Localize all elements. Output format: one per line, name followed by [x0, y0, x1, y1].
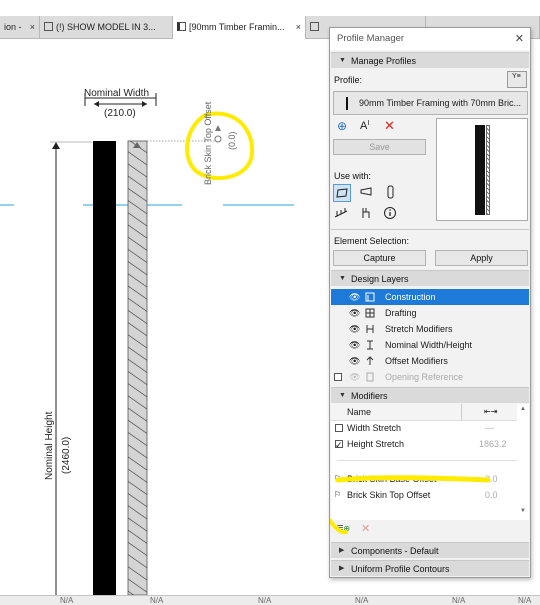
modifier-checkbox[interactable] — [335, 437, 343, 453]
eye-icon[interactable]: 👁 — [349, 321, 360, 337]
chevron-down-icon: ▼ — [339, 392, 346, 399]
chevron-down-icon: ▼ — [339, 57, 346, 64]
chevron-right-icon: ▶ — [339, 565, 345, 572]
section-label: Uniform Profile Contours — [351, 564, 450, 574]
offset-arrow-icon — [215, 125, 221, 131]
apply-button[interactable]: Apply — [435, 250, 528, 266]
layer-offset-modifiers[interactable]: 👁 Offset Modifiers — [331, 353, 529, 369]
brick-top-offset-label: Brick Skin Top Offset — [203, 101, 213, 185]
stretch-column-icon: ⇤⇥ — [484, 407, 498, 416]
tab-profile[interactable]: [90mm Timber Framin... × — [173, 16, 306, 39]
column-icon[interactable] — [382, 184, 400, 202]
wall-icon[interactable] — [333, 184, 351, 202]
tab-show-model[interactable]: (!) SHOW MODEL IN 3... — [40, 16, 173, 38]
eye-icon[interactable]: 👁 — [349, 289, 360, 305]
section-label: Modifiers — [351, 391, 388, 401]
profile-preview-icon — [346, 97, 348, 110]
chevron-down-icon: ▼ — [339, 275, 346, 282]
info-icon[interactable] — [382, 205, 400, 223]
column-header-name: Name — [347, 407, 372, 417]
profile-preview — [436, 118, 528, 221]
layer-stretch-modifiers[interactable]: 👁 Stretch Modifiers — [331, 321, 529, 337]
section-label: Components - Default — [351, 546, 439, 556]
palette-title: Profile Manager — [337, 33, 405, 44]
close-icon[interactable]: × — [30, 16, 35, 38]
use-with-label: Use with: — [334, 171, 372, 181]
palette-title-bar[interactable]: Profile Manager ✕ — [330, 28, 530, 50]
tab-label: ion - — [4, 22, 22, 32]
layer-nominal-width-height[interactable]: 👁 Nominal Width/Height — [331, 337, 529, 353]
modifier-row-width-stretch[interactable]: Width Stretch --- — [331, 420, 517, 436]
modifier-checkbox[interactable] — [335, 424, 343, 432]
drafting-layer-icon — [365, 308, 375, 318]
beam-icon[interactable] — [358, 184, 376, 202]
opening-reference-icon — [366, 372, 374, 382]
save-button[interactable]: Save — [333, 139, 426, 155]
timber-stud-shape — [93, 141, 116, 595]
components-header[interactable]: ▶ Components - Default — [331, 542, 529, 558]
close-icon[interactable]: × — [296, 16, 301, 38]
eye-icon[interactable]: 👁 — [349, 305, 360, 321]
eye-icon[interactable]: 👁 — [349, 353, 360, 369]
nominal-height-value: (2460.0) — [61, 436, 72, 474]
highlight-annotation — [330, 475, 491, 535]
layer-checkbox[interactable] — [334, 373, 342, 381]
uniform-contours-header[interactable]: ▶ Uniform Profile Contours — [331, 560, 529, 576]
layer-label: Construction — [385, 292, 436, 302]
document-icon — [44, 22, 53, 31]
close-icon[interactable]: ✕ — [515, 28, 524, 50]
layer-construction[interactable]: 👁 Construction — [331, 289, 529, 305]
handrail-icon[interactable] — [358, 205, 376, 223]
tab-0[interactable]: ion - × — [0, 16, 40, 38]
section-label: Design Layers — [351, 274, 409, 284]
profile-dropdown-value: 90mm Timber Framing with 70mm Bric... — [359, 98, 522, 108]
modifiers-header[interactable]: ▼ Modifiers — [331, 387, 529, 403]
capture-button[interactable]: Capture — [333, 250, 426, 266]
delete-profile-icon[interactable]: ✕ — [384, 118, 395, 134]
tab-label: (!) SHOW MODEL IN 3... — [56, 22, 156, 32]
modifier-value: 1863.2 — [479, 439, 507, 449]
modifiers-table-header: Name ⇤⇥ — [331, 404, 517, 421]
chevron-right-icon: ▶ — [339, 547, 345, 554]
layer-label: Opening Reference — [385, 372, 464, 382]
nominal-width-value: (210.0) — [104, 108, 136, 119]
modifier-label: Height Stretch — [347, 439, 405, 449]
section-label: Manage Profiles — [351, 56, 417, 66]
profile-label: Profile: — [334, 75, 363, 85]
tab-label: [90mm Timber Framin... — [189, 22, 285, 32]
modifier-value: --- — [485, 423, 494, 433]
construction-layer-icon — [365, 292, 375, 302]
profile-icon — [177, 22, 186, 31]
brick-top-offset-value: (0.0) — [227, 131, 237, 150]
profile-dropdown[interactable]: 90mm Timber Framing with 70mm Bric... — [333, 91, 528, 115]
layer-label: Nominal Width/Height — [385, 340, 473, 350]
modifier-row-height-stretch[interactable]: Height Stretch 1863.2 — [331, 436, 517, 453]
layer-label: Drafting — [385, 308, 417, 318]
modifier-label: Width Stretch — [347, 423, 402, 433]
profile-manager-palette: Profile Manager ✕ ▼ Manage Profiles Prof… — [329, 27, 531, 578]
layer-label: Stretch Modifiers — [385, 324, 453, 334]
layer-drafting[interactable]: 👁 Drafting — [331, 305, 529, 321]
rename-profile-icon[interactable]: AI — [360, 120, 369, 132]
stretch-modifiers-icon — [366, 325, 374, 333]
layer-label: Offset Modifiers — [385, 356, 448, 366]
highlight-circle-annotation — [185, 111, 255, 181]
add-profile-icon[interactable]: ⊕ — [337, 119, 347, 133]
scroll-up-icon[interactable]: ▲ — [520, 406, 526, 412]
profile-settings-icon[interactable]: Y≡ — [507, 71, 527, 88]
nominal-height-label: Nominal Height — [44, 411, 55, 480]
element-selection-label: Element Selection: — [334, 236, 410, 246]
nominal-size-icon — [367, 340, 373, 350]
offset-modifiers-icon — [366, 356, 374, 365]
eye-icon[interactable]: 👁 — [349, 369, 360, 385]
manage-profiles-header[interactable]: ▼ Manage Profiles — [331, 52, 529, 68]
eye-icon[interactable]: 👁 — [349, 337, 360, 353]
layout-icon — [310, 22, 319, 31]
layer-opening-reference[interactable]: 👁 Opening Reference — [331, 369, 529, 385]
railing-icon[interactable] — [333, 205, 351, 223]
nominal-width-label: Nominal Width — [84, 88, 150, 99]
design-layers-header[interactable]: ▼ Design Layers — [331, 270, 529, 286]
